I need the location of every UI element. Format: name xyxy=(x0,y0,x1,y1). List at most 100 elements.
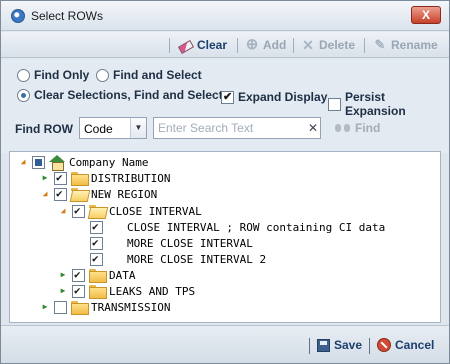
folder-icon xyxy=(71,172,89,186)
tree-node-label: DATA xyxy=(109,268,136,282)
search-input[interactable] xyxy=(154,118,306,138)
cancel-button[interactable]: Cancel xyxy=(377,338,434,352)
tree-checkbox[interactable] xyxy=(72,268,85,282)
radio-find-and-select-label: Find and Select xyxy=(113,68,202,82)
tree-node-label: MORE CLOSE INTERVAL xyxy=(127,236,253,250)
find-field-select[interactable]: Code ▼ xyxy=(79,117,147,139)
radio-clear-find-select-label: Clear Selections, Find and Select xyxy=(34,88,223,102)
radio-find-only[interactable]: Find Only xyxy=(17,68,89,82)
tree-node-ci-row-3[interactable]: MORE CLOSE INTERVAL 2 xyxy=(76,251,266,267)
tree-checkbox[interactable] xyxy=(72,284,85,298)
tree-checkbox[interactable] xyxy=(54,171,67,185)
radio-find-only-dot xyxy=(17,68,30,82)
binoculars-icon xyxy=(335,123,351,133)
app-icon xyxy=(11,9,25,23)
collapse-triangle-icon[interactable]: ▶ xyxy=(58,286,68,296)
tree-node-leaks-tps[interactable]: ▶ LEAKS AND TPS xyxy=(58,283,195,299)
search-box: ✕ xyxy=(153,117,321,139)
radio-find-and-select[interactable]: Find and Select xyxy=(96,68,202,82)
cancel-icon xyxy=(377,338,391,352)
tree-node-data[interactable]: ▶ DATA xyxy=(58,267,136,283)
add-label: Add xyxy=(263,38,287,52)
radio-clear-find-select-dot xyxy=(17,88,30,102)
persist-expansion-box xyxy=(328,97,341,111)
expand-triangle-icon[interactable]: ◢ xyxy=(58,206,68,216)
expand-display-checkbox[interactable]: Expand Display xyxy=(221,90,327,104)
folder-open-icon xyxy=(89,205,105,217)
tree-node-label: LEAKS AND TPS xyxy=(109,284,196,298)
collapse-triangle-icon[interactable]: ▶ xyxy=(40,173,50,183)
plus-icon: ⊕ xyxy=(245,36,259,53)
tree-node-label: CLOSE INTERVAL xyxy=(109,204,202,218)
tree-node-label: DISTRIBUTION xyxy=(91,171,171,185)
toolbar-separator xyxy=(293,38,294,53)
tree-node-transmission[interactable]: ▶ TRANSMISSION xyxy=(40,299,170,315)
collapse-triangle-icon[interactable]: ▶ xyxy=(58,270,68,280)
tree-node-root[interactable]: ◢ Company Name xyxy=(18,154,149,171)
persist-expansion-label: Persist Expansion xyxy=(345,90,406,118)
dialog-title: Select ROWs xyxy=(31,9,104,23)
home-icon xyxy=(49,155,65,171)
chevron-down-icon[interactable]: ▼ xyxy=(130,118,146,138)
save-disk-icon xyxy=(317,338,330,352)
clear-button[interactable]: Clear xyxy=(177,37,228,54)
radio-clear-find-select[interactable]: Clear Selections, Find and Select xyxy=(17,88,223,102)
add-button[interactable]: ⊕ Add xyxy=(245,36,287,53)
save-button[interactable]: Save xyxy=(317,338,362,352)
tree-node-new-region[interactable]: ◢ NEW REGION xyxy=(40,186,157,202)
close-button[interactable]: X xyxy=(411,6,441,24)
cancel-label: Cancel xyxy=(395,338,435,352)
tree-node-ci-row-2[interactable]: MORE CLOSE INTERVAL xyxy=(76,235,253,251)
tree-node-close-interval[interactable]: ◢ CLOSE INTERVAL xyxy=(58,203,202,219)
expand-display-box xyxy=(221,90,234,104)
tree-checkbox[interactable] xyxy=(54,187,67,201)
rename-button[interactable]: ✎ Rename xyxy=(373,37,438,53)
toolbar-separator xyxy=(364,38,365,53)
row-tree: ◢ Company Name ▶ DISTRIBUTION ◢ NEW REGI… xyxy=(9,151,441,323)
rename-label: Rename xyxy=(391,38,438,52)
folder-icon xyxy=(71,301,89,315)
persist-expansion-checkbox[interactable]: Persist Expansion xyxy=(328,90,449,118)
tree-checkbox[interactable] xyxy=(32,155,45,169)
collapse-triangle-icon[interactable]: ▶ xyxy=(40,302,50,312)
find-button[interactable]: Find xyxy=(335,121,380,135)
tree-checkbox[interactable] xyxy=(72,204,85,218)
folder-icon xyxy=(89,285,107,299)
dialog-footer: Save Cancel xyxy=(1,325,449,363)
title-bar: Select ROWs X xyxy=(1,1,449,31)
radio-find-and-select-dot xyxy=(96,68,109,82)
tree-checkbox[interactable] xyxy=(54,300,67,314)
delete-x-icon: ✕ xyxy=(302,37,314,53)
clear-label: Clear xyxy=(197,38,228,52)
tree-checkbox[interactable] xyxy=(90,220,103,234)
save-label: Save xyxy=(334,338,363,352)
find-field-value: Code xyxy=(84,122,113,136)
expand-triangle-icon[interactable]: ◢ xyxy=(18,157,28,167)
tree-node-label: Company Name xyxy=(69,155,149,169)
tree-checkbox[interactable] xyxy=(90,252,103,266)
tree-node-ci-row-1[interactable]: CLOSE INTERVAL ; ROW containing CI data xyxy=(76,219,385,235)
footer-separator xyxy=(369,338,370,354)
tree-node-label: TRANSMISSION xyxy=(91,300,171,314)
folder-open-icon xyxy=(71,188,87,200)
toolbar: Clear ⊕ Add ✕ Delete ✎ Rename xyxy=(1,32,449,58)
footer-separator xyxy=(309,338,310,354)
radio-find-only-label: Find Only xyxy=(34,68,90,82)
find-row-label: Find ROW xyxy=(15,122,73,136)
tree-node-label: NEW REGION xyxy=(91,187,158,201)
select-rows-dialog: Select ROWs X Clear ⊕ Add ✕ Delete ✎ Ren… xyxy=(0,0,450,364)
tree-node-distribution[interactable]: ▶ DISTRIBUTION xyxy=(40,170,170,186)
expand-triangle-icon[interactable]: ◢ xyxy=(40,189,50,199)
find-button-label: Find xyxy=(355,121,381,135)
toolbar-separator xyxy=(169,38,170,53)
toolbar-separator xyxy=(237,38,238,53)
delete-button[interactable]: ✕ Delete xyxy=(301,37,355,53)
tree-node-label: MORE CLOSE INTERVAL 2 xyxy=(127,252,267,266)
expand-display-label: Expand Display xyxy=(238,90,328,104)
eraser-icon xyxy=(177,39,195,54)
pencil-icon: ✎ xyxy=(374,37,386,52)
tree-checkbox[interactable] xyxy=(90,236,103,250)
delete-label: Delete xyxy=(319,38,356,52)
clear-search-icon[interactable]: ✕ xyxy=(308,121,318,135)
folder-icon xyxy=(89,269,107,283)
